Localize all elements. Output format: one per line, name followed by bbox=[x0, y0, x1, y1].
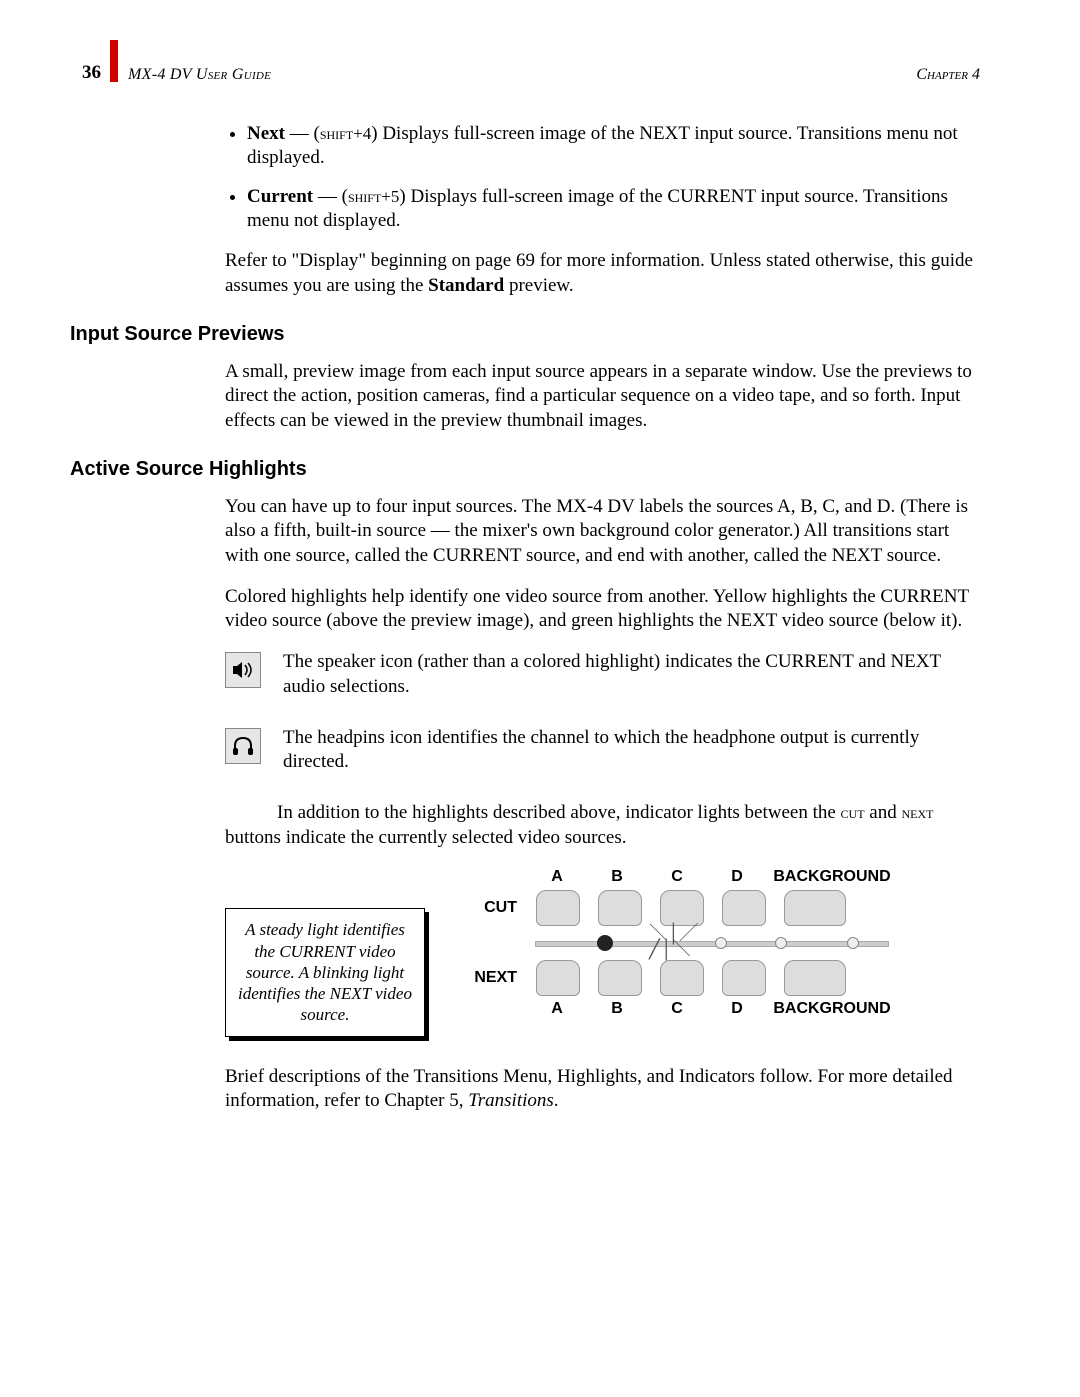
bullet-next-label: Next bbox=[247, 123, 285, 144]
refer-text-b: preview. bbox=[504, 275, 573, 296]
ind-b: and bbox=[865, 802, 902, 823]
current-indicator-dot bbox=[597, 935, 613, 951]
burst-icon-top: ＼│╱ bbox=[649, 928, 698, 938]
closing-para: Brief descriptions of the Transitions Me… bbox=[225, 1065, 980, 1114]
burst-icon-bottom: ╱│＼ bbox=[649, 944, 691, 954]
cut-a-button bbox=[536, 890, 580, 926]
active-para2: Colored highlights help identify one vid… bbox=[225, 585, 980, 634]
bullet-next-shortcut: shift+4 bbox=[320, 124, 371, 143]
bullet-list: Next — (shift+4) Displays full-screen im… bbox=[225, 122, 980, 233]
bullet-current-shortcut: shift+5 bbox=[348, 187, 399, 206]
label-bg-top: BACKGROUND bbox=[767, 868, 897, 886]
input-previews-para: A small, preview image from each input s… bbox=[225, 360, 980, 434]
headphones-icon bbox=[225, 728, 261, 764]
tick-c bbox=[715, 937, 727, 949]
bullet-current: Current — (shift+5) Displays full-screen… bbox=[247, 185, 980, 234]
ind-c: buttons indicate the currently selected … bbox=[225, 827, 627, 848]
tick-bg bbox=[847, 937, 859, 949]
ind-cut: cut bbox=[841, 803, 865, 822]
bullet-current-label: Current bbox=[247, 186, 313, 207]
heading-active-highlights: Active Source Highlights bbox=[70, 458, 980, 481]
next-row: NEXT bbox=[455, 960, 980, 996]
next-a-button bbox=[536, 960, 580, 996]
next-bg-button bbox=[784, 960, 846, 996]
button-diagram: A steady light identifies the CURRENT vi… bbox=[225, 868, 980, 1036]
callout-box: A steady light identifies the CURRENT vi… bbox=[225, 908, 425, 1036]
cut-d-button bbox=[722, 890, 766, 926]
bullet-next: Next — (shift+4) Displays full-screen im… bbox=[247, 122, 980, 171]
label-c-top: C bbox=[647, 868, 707, 886]
ind-a: In addition to the highlights described … bbox=[277, 802, 841, 823]
top-labels: A B C D BACKGROUND bbox=[455, 868, 980, 886]
refer-paragraph: Refer to "Display" beginning on page 69 … bbox=[225, 249, 980, 298]
cut-row: CUT bbox=[455, 890, 980, 926]
cut-label: CUT bbox=[455, 899, 527, 917]
headphones-text: The headpins icon identifies the channel… bbox=[283, 726, 980, 775]
button-panel: A B C D BACKGROUND CUT ＼│╱ ╱ bbox=[455, 868, 980, 1036]
track bbox=[535, 941, 889, 947]
next-label: NEXT bbox=[455, 969, 527, 987]
bottom-labels: A B C D BACKGROUND bbox=[455, 1000, 980, 1018]
next-b-button bbox=[598, 960, 642, 996]
refer-text-a: Refer to "Display" beginning on page 69 … bbox=[225, 250, 973, 296]
cut-bg-button bbox=[784, 890, 846, 926]
label-a-bot: A bbox=[527, 1000, 587, 1018]
speaker-icon bbox=[225, 652, 261, 688]
label-d-top: D bbox=[707, 868, 767, 886]
closing-a: Brief descriptions of the Transitions Me… bbox=[225, 1066, 953, 1112]
page-number: 36 bbox=[82, 62, 101, 84]
body-column: Next — (shift+4) Displays full-screen im… bbox=[225, 122, 980, 299]
headphones-row: The headpins icon identifies the channel… bbox=[225, 726, 980, 775]
label-b-top: B bbox=[587, 868, 647, 886]
next-c-button bbox=[660, 960, 704, 996]
heading-input-previews: Input Source Previews bbox=[70, 323, 980, 346]
page-header: 36 MX-4 DV User Guide Chapter 4 bbox=[70, 60, 980, 90]
label-a-top: A bbox=[527, 868, 587, 886]
speaker-text: The speaker icon (rather than a colored … bbox=[283, 650, 980, 699]
indicator-para: In addition to the highlights described … bbox=[225, 801, 980, 850]
tick-d bbox=[775, 937, 787, 949]
cut-b-button bbox=[598, 890, 642, 926]
label-c-bot: C bbox=[647, 1000, 707, 1018]
active-para1: You can have up to four input sources. T… bbox=[225, 495, 980, 569]
label-b-bot: B bbox=[587, 1000, 647, 1018]
label-bg-bot: BACKGROUND bbox=[767, 1000, 897, 1018]
speaker-row: The speaker icon (rather than a colored … bbox=[225, 650, 980, 699]
indicator-track: ＼│╱ ╱│＼ bbox=[527, 930, 897, 956]
callout: A steady light identifies the CURRENT vi… bbox=[225, 908, 425, 1036]
cut-c-button bbox=[660, 890, 704, 926]
next-d-button bbox=[722, 960, 766, 996]
refer-bold: Standard bbox=[428, 275, 504, 296]
label-d-bot: D bbox=[707, 1000, 767, 1018]
page: 36 MX-4 DV User Guide Chapter 4 Next — (… bbox=[0, 0, 1080, 1397]
guide-title: MX-4 DV User Guide bbox=[128, 66, 271, 84]
chapter-label: Chapter 4 bbox=[916, 66, 980, 84]
closing-em: Transitions bbox=[468, 1090, 554, 1111]
closing-b: . bbox=[554, 1090, 559, 1111]
ind-next: next bbox=[901, 803, 933, 822]
